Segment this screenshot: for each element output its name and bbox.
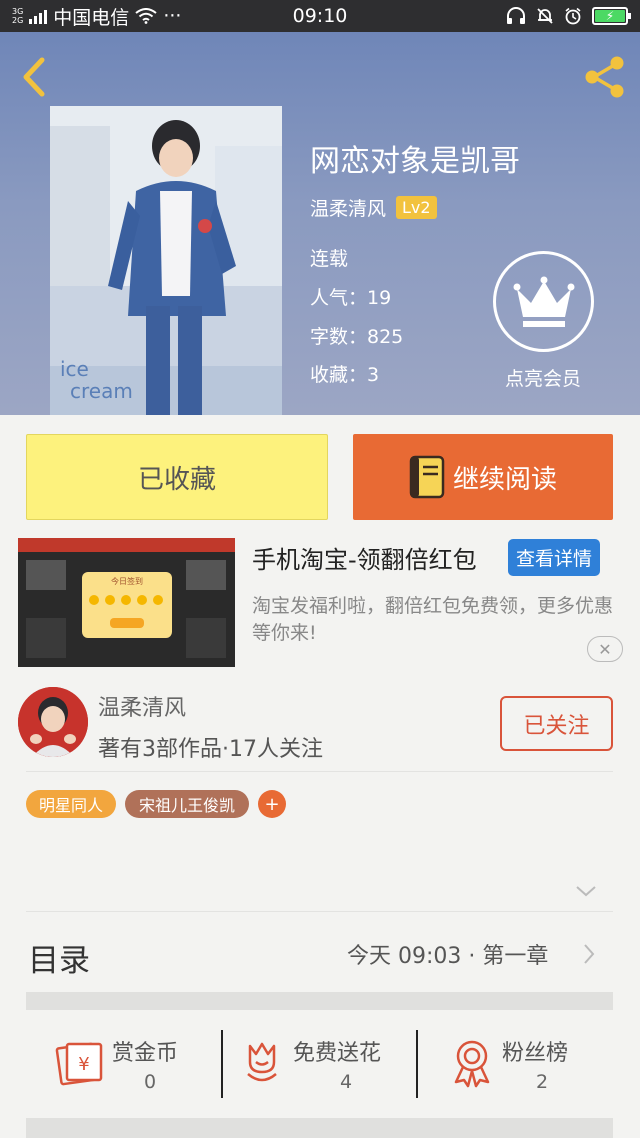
mute-bell-icon [537,8,553,24]
svg-text:ice: ice [60,357,89,381]
back-icon[interactable] [14,52,54,102]
ad-detail-button[interactable]: 查看详情 [508,539,601,576]
flower-icon[interactable] [242,1040,282,1086]
fan-ranking-label[interactable]: 粉丝榜 [502,1035,568,1067]
signal-icon [29,8,48,24]
add-tag-button[interactable]: + [258,790,286,818]
level-badge: Lv2 [396,196,437,219]
divider [221,1030,223,1098]
word-count: 字数：825 [310,326,404,348]
popularity: 人气：19 [310,287,392,309]
battery-icon: ⚡ [592,7,631,25]
more-dots: ··· [163,5,182,27]
ad-thumb-text: 今日签到 [111,576,143,586]
catalog-title[interactable]: 目录 [28,935,90,980]
reward-coin-label[interactable]: 赏金币 [112,1035,178,1067]
ad-screenshot: 今日签到 [18,538,235,667]
alarm-icon [565,7,581,25]
ad-thumbnail[interactable]: 今日签到 [18,538,235,667]
divider [416,1030,418,1098]
network-type: 3G 2G [12,7,24,25]
book-header: ice cream 网恋对象是凯哥 温柔清风 Lv2 连载 人气：19 字数：8… [0,32,640,415]
chevron-right-icon[interactable] [582,943,596,965]
ad-description: 淘宝发福利啦，翻倍红包免费领，更多优惠等你来! [252,595,614,644]
status-bar: 3G 2G 中国电信 ··· 09:10 ⚡ [0,0,640,32]
wifi-icon [135,8,157,24]
avatar[interactable] [18,687,88,757]
tag-star-fanfic[interactable]: 明星同人 [26,790,116,818]
book-icon [409,455,445,499]
follow-button[interactable]: 已关注 [500,696,613,751]
author-line: 温柔清风 Lv2 [310,194,437,221]
divider [26,911,613,912]
fan-ranking-value: 2 [536,1071,549,1093]
latest-chapter[interactable]: 今天 09:03 · 第一章 [347,938,548,970]
book-cover-image[interactable]: ice cream [50,106,282,415]
book-title: 网恋对象是凯哥 [310,144,520,179]
author-card-stats: 著有3部作品·17人关注 [98,737,323,762]
ad-title[interactable]: 手机淘宝-领翻倍红包 [252,540,477,575]
section-separator [26,992,613,1010]
ad-close-button[interactable]: ✕ [587,636,623,662]
chevron-down-icon[interactable] [575,885,597,897]
tag-pairing[interactable]: 宋祖儿王俊凯 [125,790,249,818]
favorite-count: 收藏：3 [310,364,380,386]
svg-text:cream: cream [70,379,133,403]
favorited-label: 已收藏 [137,464,216,495]
favorited-button[interactable]: 已收藏 [26,434,328,520]
section-separator [26,1118,613,1138]
share-icon[interactable] [580,52,630,102]
reward-coin-value: 0 [144,1071,157,1093]
continue-reading-button[interactable]: 继续阅读 [353,434,613,520]
divider [26,771,613,772]
author-card-name[interactable]: 温柔清风 [98,690,186,722]
svg-text:¥: ¥ [78,1054,89,1075]
ribbon-medal-icon[interactable] [450,1038,494,1088]
vip-label[interactable]: 点亮会员 [480,364,606,391]
crown-icon[interactable] [493,251,594,352]
author-name[interactable]: 温柔清风 [310,194,386,221]
continue-reading-label: 继续阅读 [452,464,557,495]
coin-envelope-icon[interactable]: ¥ [55,1040,105,1086]
free-flower-label[interactable]: 免费送花 [293,1035,381,1067]
free-flower-value: 4 [340,1071,353,1093]
serial-status: 连载 [310,248,349,270]
carrier-name: 中国电信 [53,6,130,29]
headphones-icon [507,7,525,24]
cover-photo: ice cream [50,106,282,415]
